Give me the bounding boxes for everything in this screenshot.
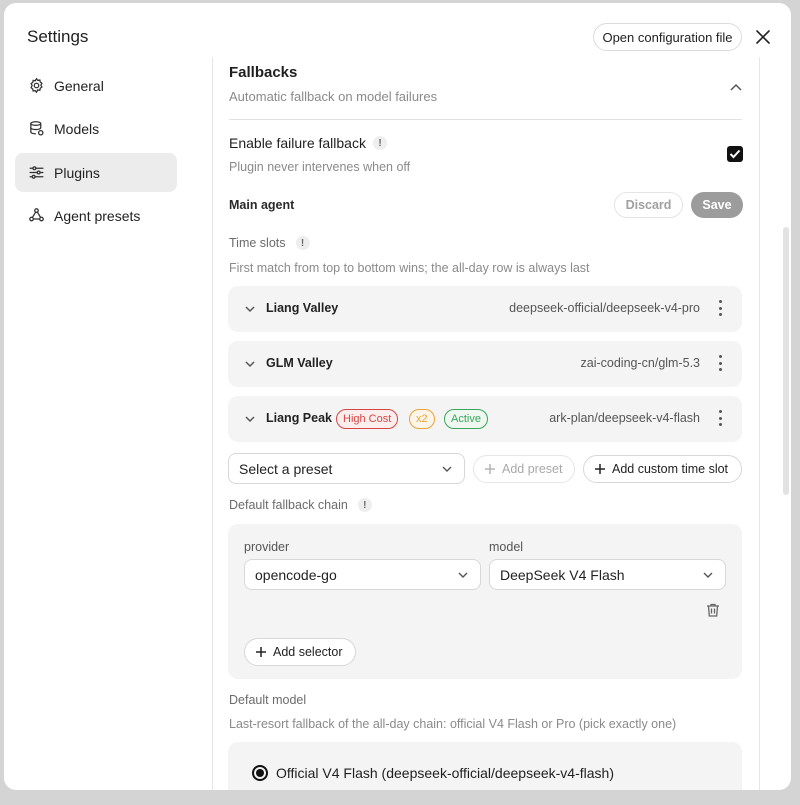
default-model-option-label[interactable]: Official V4 Flash (deepseek-official/dee…	[276, 765, 614, 781]
chevron-down-icon[interactable]	[244, 358, 256, 370]
time-slot-model: ark-plan/deepseek-v4-flash	[549, 411, 700, 425]
agent-icon	[27, 207, 45, 225]
model-field-label: model	[489, 540, 524, 554]
time-slot-row[interactable]: GLM Valley zai-coding-cn/glm-5.3	[228, 341, 742, 387]
active-tag: Active	[444, 409, 488, 429]
default-model-radio[interactable]	[252, 765, 268, 781]
time-slot-name: Liang Valley	[266, 301, 339, 315]
add-selector-button[interactable]: Add selector	[244, 638, 356, 666]
trash-icon	[707, 603, 719, 617]
info-icon: !	[357, 498, 372, 512]
provider-select-value: opencode-go	[255, 566, 337, 583]
enable-fallback-label: Enable failure fallback	[229, 135, 366, 151]
time-slot-row[interactable]: Liang Valley deepseek-official/deepseek-…	[228, 286, 742, 332]
main-agent-label: Main agent	[229, 198, 295, 212]
info-icon: !	[295, 236, 310, 250]
sidebar-item-label: Models	[54, 120, 100, 137]
model-select[interactable]: DeepSeek V4 Flash	[489, 559, 726, 590]
sidebar-item-label: Plugins	[54, 164, 100, 181]
divider	[229, 119, 742, 120]
preset-select-value: Select a preset	[239, 460, 333, 477]
fallback-chain-label: Default fallback chain	[229, 498, 348, 512]
default-model-label: Default model	[229, 693, 307, 707]
time-slots-label: Time slots	[229, 236, 286, 250]
dialog-title: Settings	[27, 27, 89, 46]
time-slot-model: deepseek-official/deepseek-v4-pro	[509, 301, 700, 315]
provider-field-label: provider	[244, 540, 290, 554]
chevron-down-icon	[458, 572, 468, 578]
enable-fallback-hint: Plugin never intervenes when off	[229, 160, 411, 174]
chevron-down-icon	[703, 572, 713, 578]
enable-fallback-checkbox[interactable]	[727, 146, 743, 162]
info-icon: !	[372, 136, 387, 150]
time-slot-model: zai-coding-cn/glm-5.3	[580, 356, 701, 370]
settings-dialog: Settings Open configuration file General…	[4, 3, 791, 790]
more-vertical-icon[interactable]	[718, 410, 722, 426]
add-custom-time-slot-button[interactable]: Add custom time slot	[583, 455, 742, 483]
time-slot-name: GLM Valley	[266, 356, 333, 370]
close-button[interactable]	[753, 27, 773, 47]
add-custom-time-slot-label: Add custom time slot	[612, 462, 729, 476]
time-slots-hint: First match from top to bottom wins; the…	[229, 261, 590, 275]
close-icon	[756, 30, 770, 44]
time-slot-row[interactable]: Liang Peak High Cost x2 Active ark-plan/…	[228, 396, 742, 442]
sliders-icon	[27, 164, 45, 182]
provider-select[interactable]: opencode-go	[244, 559, 481, 590]
gear-icon	[27, 77, 45, 95]
default-model-hint: Last-resort fallback of the all-day chai…	[229, 717, 677, 731]
sidebar-item-plugins[interactable]: Plugins	[15, 153, 177, 192]
time-slot-name: Liang Peak	[266, 411, 332, 425]
chevron-down-icon[interactable]	[244, 413, 256, 425]
section-subtitle: Automatic fallback on model failures	[229, 89, 438, 104]
plus-icon	[595, 464, 605, 474]
checkmark-icon	[729, 149, 741, 159]
delete-selector-button[interactable]	[705, 602, 721, 623]
sidebar-item-general[interactable]: General	[15, 66, 177, 105]
scrollbar[interactable]	[783, 227, 789, 495]
open-config-button[interactable]: Open configuration file	[593, 23, 742, 51]
multiplier-tag: x2	[409, 409, 435, 429]
sidebar-item-agent-presets[interactable]: Agent presets	[15, 196, 177, 235]
chevron-up-icon	[730, 83, 742, 91]
collapse-section-button[interactable]	[730, 78, 742, 96]
preset-select[interactable]: Select a preset	[228, 453, 465, 484]
database-icon	[27, 120, 45, 138]
add-preset-label: Add preset	[502, 462, 563, 476]
save-button[interactable]: Save	[691, 192, 743, 218]
sidebar-item-label: General	[54, 77, 104, 94]
discard-button[interactable]: Discard	[614, 192, 683, 218]
plus-icon	[256, 647, 266, 657]
model-select-value: DeepSeek V4 Flash	[500, 566, 625, 583]
high-cost-tag: High Cost	[336, 409, 399, 429]
section-title: Fallbacks	[229, 64, 298, 81]
more-vertical-icon[interactable]	[718, 300, 722, 316]
add-selector-label: Add selector	[273, 645, 343, 659]
sidebar-item-label: Agent presets	[54, 207, 141, 224]
plus-icon	[485, 464, 495, 474]
chevron-down-icon	[442, 466, 452, 472]
fallback-chain-card: provider model opencode-go DeepSeek V4 F…	[228, 524, 742, 679]
chevron-down-icon[interactable]	[244, 303, 256, 315]
default-model-card: Official V4 Flash (deepseek-official/dee…	[228, 742, 742, 790]
more-vertical-icon[interactable]	[718, 355, 722, 371]
sidebar-item-models[interactable]: Models	[15, 109, 177, 148]
add-preset-button[interactable]: Add preset	[473, 455, 575, 483]
